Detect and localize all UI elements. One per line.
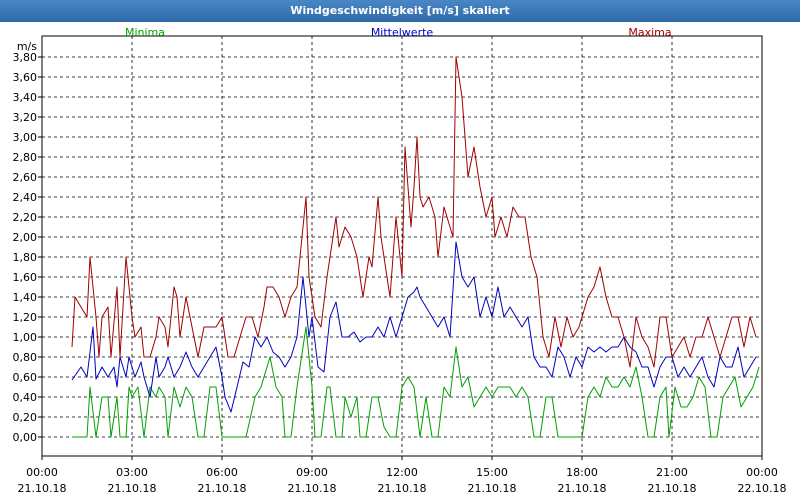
y-axis-label: m/s — [17, 40, 37, 53]
y-tick-label: 2,60 — [13, 171, 38, 184]
y-tick-label: 2,00 — [13, 231, 38, 244]
y-tick-label: 2,80 — [13, 151, 38, 164]
window-title: Windgeschwindigkeit [m/s] skaliert — [0, 0, 800, 22]
legend-minima: Minima — [125, 26, 165, 39]
y-tick-label: 1,40 — [13, 291, 38, 304]
legend-maxima: Maxima — [628, 26, 671, 39]
y-tick-label: 1,00 — [13, 331, 38, 344]
x-tick-time-label: 15:00 — [476, 466, 508, 479]
wind-speed-chart: 0,00 0,20 0,40 0,60 0,80 1,00 1,20 1,40 1,60 1,80… — [13, 26, 787, 495]
x-tick-date-label: 21.10.18 — [468, 482, 517, 495]
y-tick-label: 0,40 — [13, 391, 38, 404]
y-tick-label: 0,20 — [13, 411, 38, 424]
y-tick-label: 1,60 — [13, 271, 38, 284]
y-tick-label: 0,60 — [13, 371, 38, 384]
x-tick-date-label: 21.10.18 — [288, 482, 337, 495]
y-tick-label: 0,00 — [13, 431, 38, 444]
x-tick-time-label: 03:00 — [116, 466, 148, 479]
chart-area: 0,00 0,20 0,40 0,60 0,80 1,00 1,20 1,40 1,60 1,80… — [0, 22, 800, 500]
x-tick-time-label: 09:00 — [296, 466, 328, 479]
y-tick-label: 3,40 — [13, 91, 38, 104]
x-tick-time-label: 06:00 — [206, 466, 238, 479]
y-tick-label: 1,80 — [13, 251, 38, 264]
x-tick-time-label: 12:00 — [386, 466, 418, 479]
x-tick-time-label: 00:00 — [26, 466, 58, 479]
x-tick-date-label: 21.10.18 — [108, 482, 157, 495]
x-tick-time-label: 21:00 — [656, 466, 688, 479]
x-tick-date-label: 21.10.18 — [558, 482, 607, 495]
y-tick-label: 0,80 — [13, 351, 38, 364]
x-tick-date-label: 22.10.18 — [738, 482, 787, 495]
x-tick-time-label: 00:00 — [746, 466, 778, 479]
y-tick-label: 2,20 — [13, 211, 38, 224]
y-tick-label: 3,00 — [13, 131, 38, 144]
x-tick-date-label: 21.10.18 — [198, 482, 247, 495]
x-tick-time-label: 18:00 — [566, 466, 598, 479]
y-tick-label: 3,20 — [13, 111, 38, 124]
y-tick-label: 1,20 — [13, 311, 38, 324]
x-tick-date-label: 21.10.18 — [648, 482, 697, 495]
chart-window: Windgeschwindigkeit [m/s] skaliert 0,00 0… — [0, 0, 800, 500]
x-tick-date-label: 21.10.18 — [18, 482, 67, 495]
legend-mittelwerte: Mittelwerte — [371, 26, 434, 39]
x-tick-date-label: 21.10.18 — [378, 482, 427, 495]
y-tick-label: 3,60 — [13, 71, 38, 84]
y-tick-label: 2,40 — [13, 191, 38, 204]
